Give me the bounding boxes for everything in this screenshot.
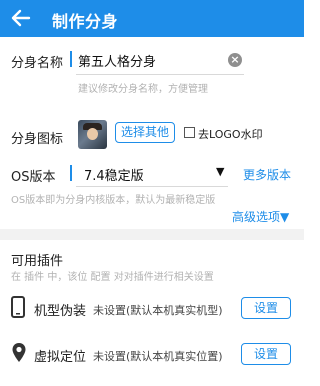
page-title: 制作分身 xyxy=(52,12,119,31)
remove-logo-label[interactable]: 去LOGO水印 xyxy=(198,126,263,142)
location-pin-icon xyxy=(12,343,26,362)
advanced-options-link[interactable]: 高级选项▼ xyxy=(232,208,289,225)
avatar-face xyxy=(87,128,98,140)
os-version-select[interactable]: 7.4稳定版 xyxy=(84,165,144,184)
clone-name-input[interactable] xyxy=(78,48,246,72)
os-divider xyxy=(70,165,72,181)
os-underline xyxy=(76,186,228,187)
plugin-device-status: 未设置(默认本机真实机型) xyxy=(93,304,223,317)
plugin-device-name: 机型伪装 xyxy=(34,304,87,319)
more-versions-link[interactable]: 更多版本 xyxy=(243,166,291,183)
plugins-hint: 在 插件 中，该位 配置 对对插件进行相关设置 xyxy=(11,272,214,283)
phone-icon xyxy=(11,296,25,318)
os-hint: OS版本即为分身内核版本，默认为最新稳定版 xyxy=(11,195,216,206)
name-underline xyxy=(76,74,244,75)
choose-icon-button[interactable]: 选择其他 xyxy=(115,122,175,143)
os-label: OS版本 xyxy=(11,170,56,185)
device-settings-button[interactable]: 设置 xyxy=(241,297,291,319)
app-header: 制作分身 xyxy=(0,0,304,37)
plugin-location-status: 未设置(默认本机真实位置) xyxy=(93,350,223,363)
icon-label: 分身图标 xyxy=(11,132,64,147)
dropdown-arrow-icon[interactable]: ▼ xyxy=(216,165,224,178)
name-divider xyxy=(70,51,72,67)
section-divider xyxy=(0,229,304,240)
location-settings-button[interactable]: 设置 xyxy=(241,343,291,365)
plugins-title: 可用插件 xyxy=(11,254,64,269)
clear-icon[interactable]: × xyxy=(228,53,242,67)
name-label: 分身名称 xyxy=(11,56,64,71)
remove-logo-checkbox[interactable] xyxy=(184,127,195,138)
plugin-location-name: 虚拟定位 xyxy=(34,350,87,365)
name-hint: 建议修改分身名称，方便管理 xyxy=(78,84,208,95)
back-arrow-icon[interactable] xyxy=(10,7,32,29)
clone-avatar[interactable] xyxy=(78,120,107,149)
